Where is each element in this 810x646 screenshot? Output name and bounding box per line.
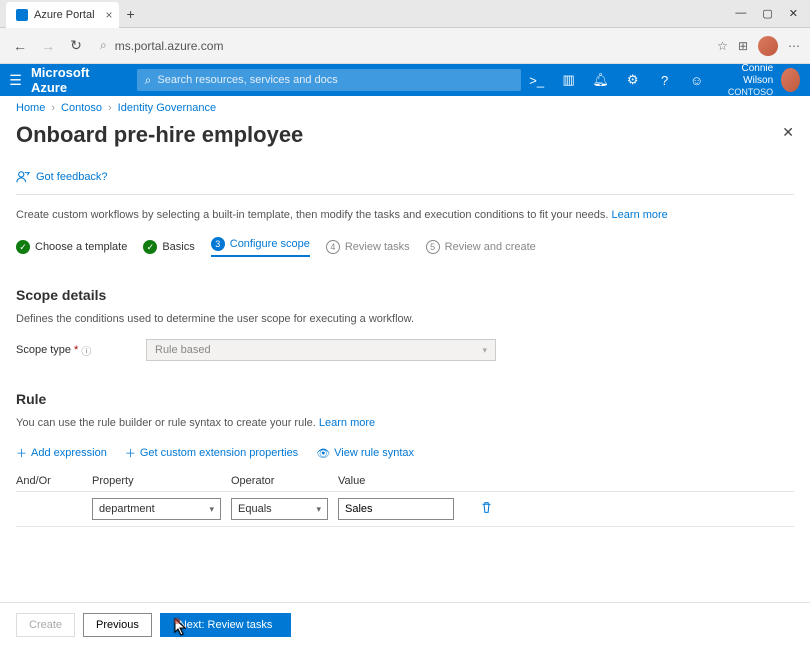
rule-row: department ▾ Equals ▾ (16, 492, 794, 527)
plus-icon: ＋ (16, 445, 27, 461)
breadcrumb-identity-governance[interactable]: Identity Governance (118, 102, 216, 114)
forward-button: → (38, 38, 58, 54)
cloud-shell-icon[interactable]: >_ (521, 73, 553, 88)
wizard-footer: Create Previous Next: Review tasks (0, 602, 810, 646)
get-custom-properties-button[interactable]: ＋ Get custom extension properties (125, 445, 298, 461)
feedback-person-icon (16, 170, 30, 184)
settings-icon[interactable]: ⚙ (617, 72, 649, 88)
step-review-create[interactable]: 5 Review and create (426, 240, 536, 254)
menu-button[interactable]: ☰ (0, 72, 31, 89)
check-icon: ✓ (16, 240, 30, 254)
rule-description: You can use the rule builder or rule syn… (16, 417, 794, 429)
directories-icon[interactable]: ▥ (553, 72, 585, 88)
url-input[interactable]: ⌕ ms.portal.azure.com (94, 38, 709, 53)
window-controls: — ▢ ✕ (735, 7, 810, 20)
minimize-icon[interactable]: — (735, 7, 746, 20)
azure-favicon (16, 9, 28, 21)
view-rule-syntax-button[interactable]: 👁︎ View rule syntax (316, 445, 414, 461)
scope-type-select: Rule based ▾ (146, 339, 496, 361)
feedback-icon[interactable]: ☺ (681, 73, 713, 88)
chevron-right-icon: › (108, 102, 112, 114)
new-tab-button[interactable]: + (127, 6, 135, 22)
property-select[interactable]: department ▾ (92, 498, 221, 520)
rule-learn-more-link[interactable]: Learn more (319, 417, 375, 429)
help-icon[interactable]: ? (649, 73, 681, 88)
close-window-icon[interactable]: ✕ (789, 7, 798, 20)
global-search[interactable]: ⌕ (137, 69, 521, 91)
page-description: Create custom workflows by selecting a b… (16, 209, 794, 221)
refresh-button[interactable]: ↻ (66, 37, 86, 54)
eye-icon: 👁︎ (316, 447, 330, 460)
user-menu[interactable]: Connie Wilson CONTOSO (713, 63, 810, 98)
scope-type-label: Scope type * ⓘ (16, 343, 146, 358)
scope-details-heading: Scope details (16, 287, 794, 303)
col-header-value: Value (338, 475, 460, 487)
close-tab-icon[interactable]: × (106, 8, 113, 22)
close-blade-button[interactable]: ✕ (782, 124, 794, 141)
create-button: Create (16, 613, 75, 637)
operator-select[interactable]: Equals ▾ (231, 498, 328, 520)
search-icon: ⌕ (145, 73, 152, 88)
wizard-steps: ✓ Choose a template ✓ Basics 3 Configure… (16, 237, 794, 257)
chevron-down-icon: ▾ (209, 504, 214, 515)
col-header-operator: Operator (231, 475, 338, 487)
got-feedback-link[interactable]: Got feedback? (16, 170, 794, 195)
search-input[interactable] (157, 74, 512, 86)
col-header-property: Property (92, 475, 231, 487)
chevron-right-icon: › (51, 102, 55, 114)
back-button[interactable]: ← (10, 38, 30, 54)
maximize-icon[interactable]: ▢ (762, 7, 772, 20)
browser-profile-avatar[interactable] (758, 36, 778, 56)
info-icon[interactable]: ⓘ (81, 343, 91, 358)
more-icon[interactable]: ⋯ (788, 39, 800, 53)
breadcrumb-home[interactable]: Home (16, 102, 45, 114)
step-basics[interactable]: ✓ Basics (143, 240, 194, 254)
trash-icon (480, 501, 493, 514)
step-configure-scope[interactable]: 3 Configure scope (211, 237, 310, 257)
favorite-icon[interactable]: ☆ (717, 39, 728, 53)
chevron-down-icon: ▾ (316, 504, 321, 515)
address-bar: ← → ↻ ⌕ ms.portal.azure.com ☆ ⊞ ⋯ (0, 28, 810, 64)
check-icon: ✓ (143, 240, 157, 254)
breadcrumb-contoso[interactable]: Contoso (61, 102, 102, 114)
page-title: Onboard pre-hire employee (16, 122, 794, 148)
delete-row-button[interactable] (480, 501, 493, 517)
rule-heading: Rule (16, 391, 794, 407)
chevron-down-icon: ▾ (482, 345, 487, 356)
learn-more-link[interactable]: Learn more (612, 209, 668, 221)
notifications-icon[interactable]: 🔔︎ (585, 72, 617, 88)
browser-tab-strip: Azure Portal × + — ▢ ✕ (0, 0, 810, 28)
user-avatar (781, 68, 800, 92)
next-review-tasks-button[interactable]: Next: Review tasks (160, 613, 292, 637)
user-name: Connie Wilson (723, 63, 774, 87)
search-icon: ⌕ (100, 38, 107, 53)
tab-title: Azure Portal (34, 9, 95, 21)
step-review-tasks[interactable]: 4 Review tasks (326, 240, 410, 254)
tenant-name: CONTOSO (723, 87, 774, 98)
browser-tab[interactable]: Azure Portal × (6, 2, 119, 28)
scope-description: Defines the conditions used to determine… (16, 313, 794, 325)
azure-brand: Microsoft Azure (31, 65, 137, 95)
plus-icon: ＋ (125, 445, 136, 461)
rule-builder-table: And/Or Property Operator Value departmen… (16, 475, 794, 527)
extensions-icon[interactable]: ⊞ (738, 39, 748, 53)
add-expression-button[interactable]: ＋ Add expression (16, 445, 107, 461)
previous-button[interactable]: Previous (83, 613, 152, 637)
col-header-andor: And/Or (16, 475, 92, 487)
step-choose-template[interactable]: ✓ Choose a template (16, 240, 127, 254)
value-input[interactable] (338, 498, 454, 520)
url-text: ms.portal.azure.com (115, 39, 224, 53)
feedback-label: Got feedback? (36, 171, 108, 183)
azure-top-bar: ☰ Microsoft Azure ⌕ >_ ▥ 🔔︎ ⚙ ? ☺ Connie… (0, 64, 810, 96)
breadcrumb: Home › Contoso › Identity Governance (0, 96, 810, 120)
